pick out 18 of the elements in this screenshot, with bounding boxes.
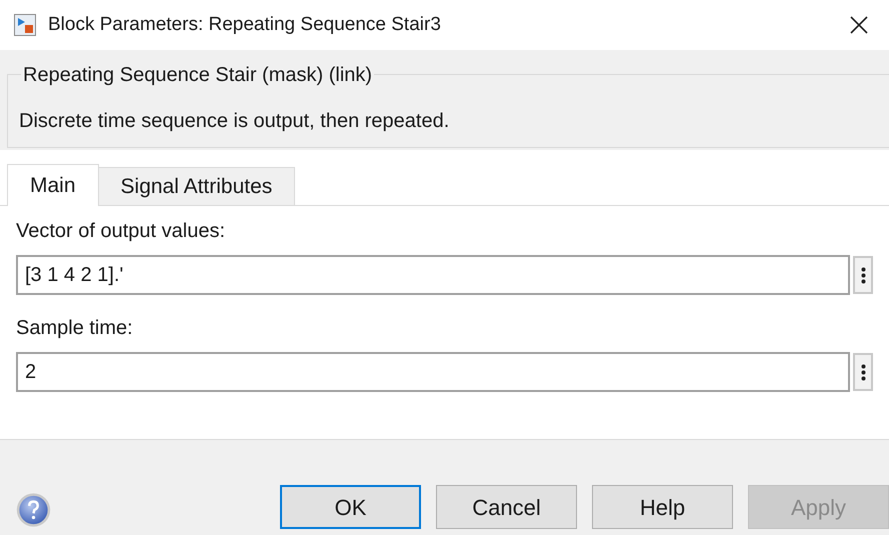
dialog-button[interactable]: OK: [280, 485, 421, 529]
more-icon: [860, 364, 866, 380]
tab[interactable]: Signal Attributes: [98, 167, 296, 205]
input-field[interactable]: 2: [16, 352, 850, 392]
dialog-button[interactable]: Cancel: [436, 485, 577, 529]
window-title: Block Parameters: Repeating Sequence Stair3: [48, 12, 441, 37]
tab[interactable]: Main: [7, 164, 99, 206]
group-title: Repeating Sequence Stair (mask) (link): [21, 64, 374, 86]
dialog-button[interactable]: Help: [592, 485, 733, 529]
field-label: Vector of output values:: [16, 219, 226, 244]
more-options-button[interactable]: [853, 256, 873, 294]
close-icon[interactable]: [849, 15, 869, 35]
more-options-button[interactable]: [853, 353, 873, 391]
block-icon: [14, 14, 36, 36]
field-label: Sample time:: [16, 316, 133, 341]
description-text: Discrete time sequence is output, then repeated.: [19, 110, 450, 132]
more-icon: [860, 266, 866, 284]
input-field[interactable]: [3 1 4 2 1].': [16, 255, 850, 295]
